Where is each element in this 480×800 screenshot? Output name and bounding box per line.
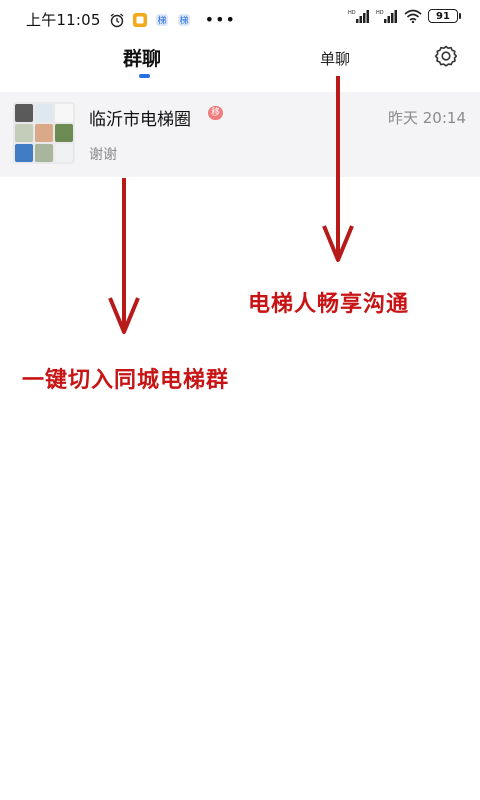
avatar-tile (15, 104, 33, 122)
chat-list-item[interactable]: 临沂市电梯圈 移 昨天 20:14 谢谢 (0, 92, 480, 177)
group-avatar (13, 102, 75, 164)
status-bar-left: 上午11:05 梯 梯 ••• (26, 9, 236, 30)
status-time: 上午11:05 (26, 11, 101, 29)
battery-indicator: 91 (428, 9, 461, 23)
wifi-icon (404, 9, 422, 23)
avatar-tile (15, 124, 33, 142)
avatar-tile (55, 144, 73, 162)
settings-button[interactable] (432, 44, 460, 72)
status-bar-right: HD HD 91 (348, 9, 461, 23)
more-notifications-icon: ••• (204, 10, 236, 29)
avatar-tile (35, 144, 53, 162)
chat-timestamp: 昨天 20:14 (388, 109, 466, 127)
annotation-text-left: 一键切入同城电梯群 (22, 368, 230, 393)
alarm-icon (109, 12, 125, 28)
active-tab-indicator (139, 74, 150, 78)
chat-name: 临沂市电梯圈 (89, 110, 191, 130)
svg-text:HD: HD (348, 10, 356, 16)
annotation-arrow-right (322, 76, 354, 262)
app-notification-icon: 梯 (177, 13, 191, 27)
app-notification-icon: 梯 (155, 13, 169, 27)
annotation-text-right: 电梯人畅享沟通 (248, 292, 410, 317)
chat-last-message: 谢谢 (89, 147, 117, 163)
status-bar: 上午11:05 梯 梯 ••• HD HD 91 (0, 0, 480, 36)
svg-text:梯: 梯 (179, 14, 188, 26)
gear-icon (433, 43, 459, 73)
avatar-tile (55, 124, 73, 142)
annotation-arrow-left (108, 178, 140, 334)
avatar-tile (15, 144, 33, 162)
signal-hd-icon: HD (348, 9, 370, 23)
avatar-tile (55, 104, 73, 122)
svg-text:HD: HD (376, 10, 384, 16)
avatar-tile (35, 124, 53, 142)
svg-text:梯: 梯 (157, 14, 166, 26)
signal-hd-icon: HD (376, 9, 398, 23)
tab-single-chat[interactable]: 单聊 (320, 48, 350, 69)
tab-group-chat[interactable]: 群聊 (123, 44, 161, 71)
screen: 上午11:05 梯 梯 ••• HD HD 91 群聊 单聊 临沂市电梯圈 移 … (0, 0, 480, 800)
avatar-tile (35, 104, 53, 122)
chat-tag-badge: 移 (208, 106, 224, 120)
tab-bar: 群聊 单聊 (0, 36, 480, 86)
notes-app-icon (132, 12, 147, 27)
